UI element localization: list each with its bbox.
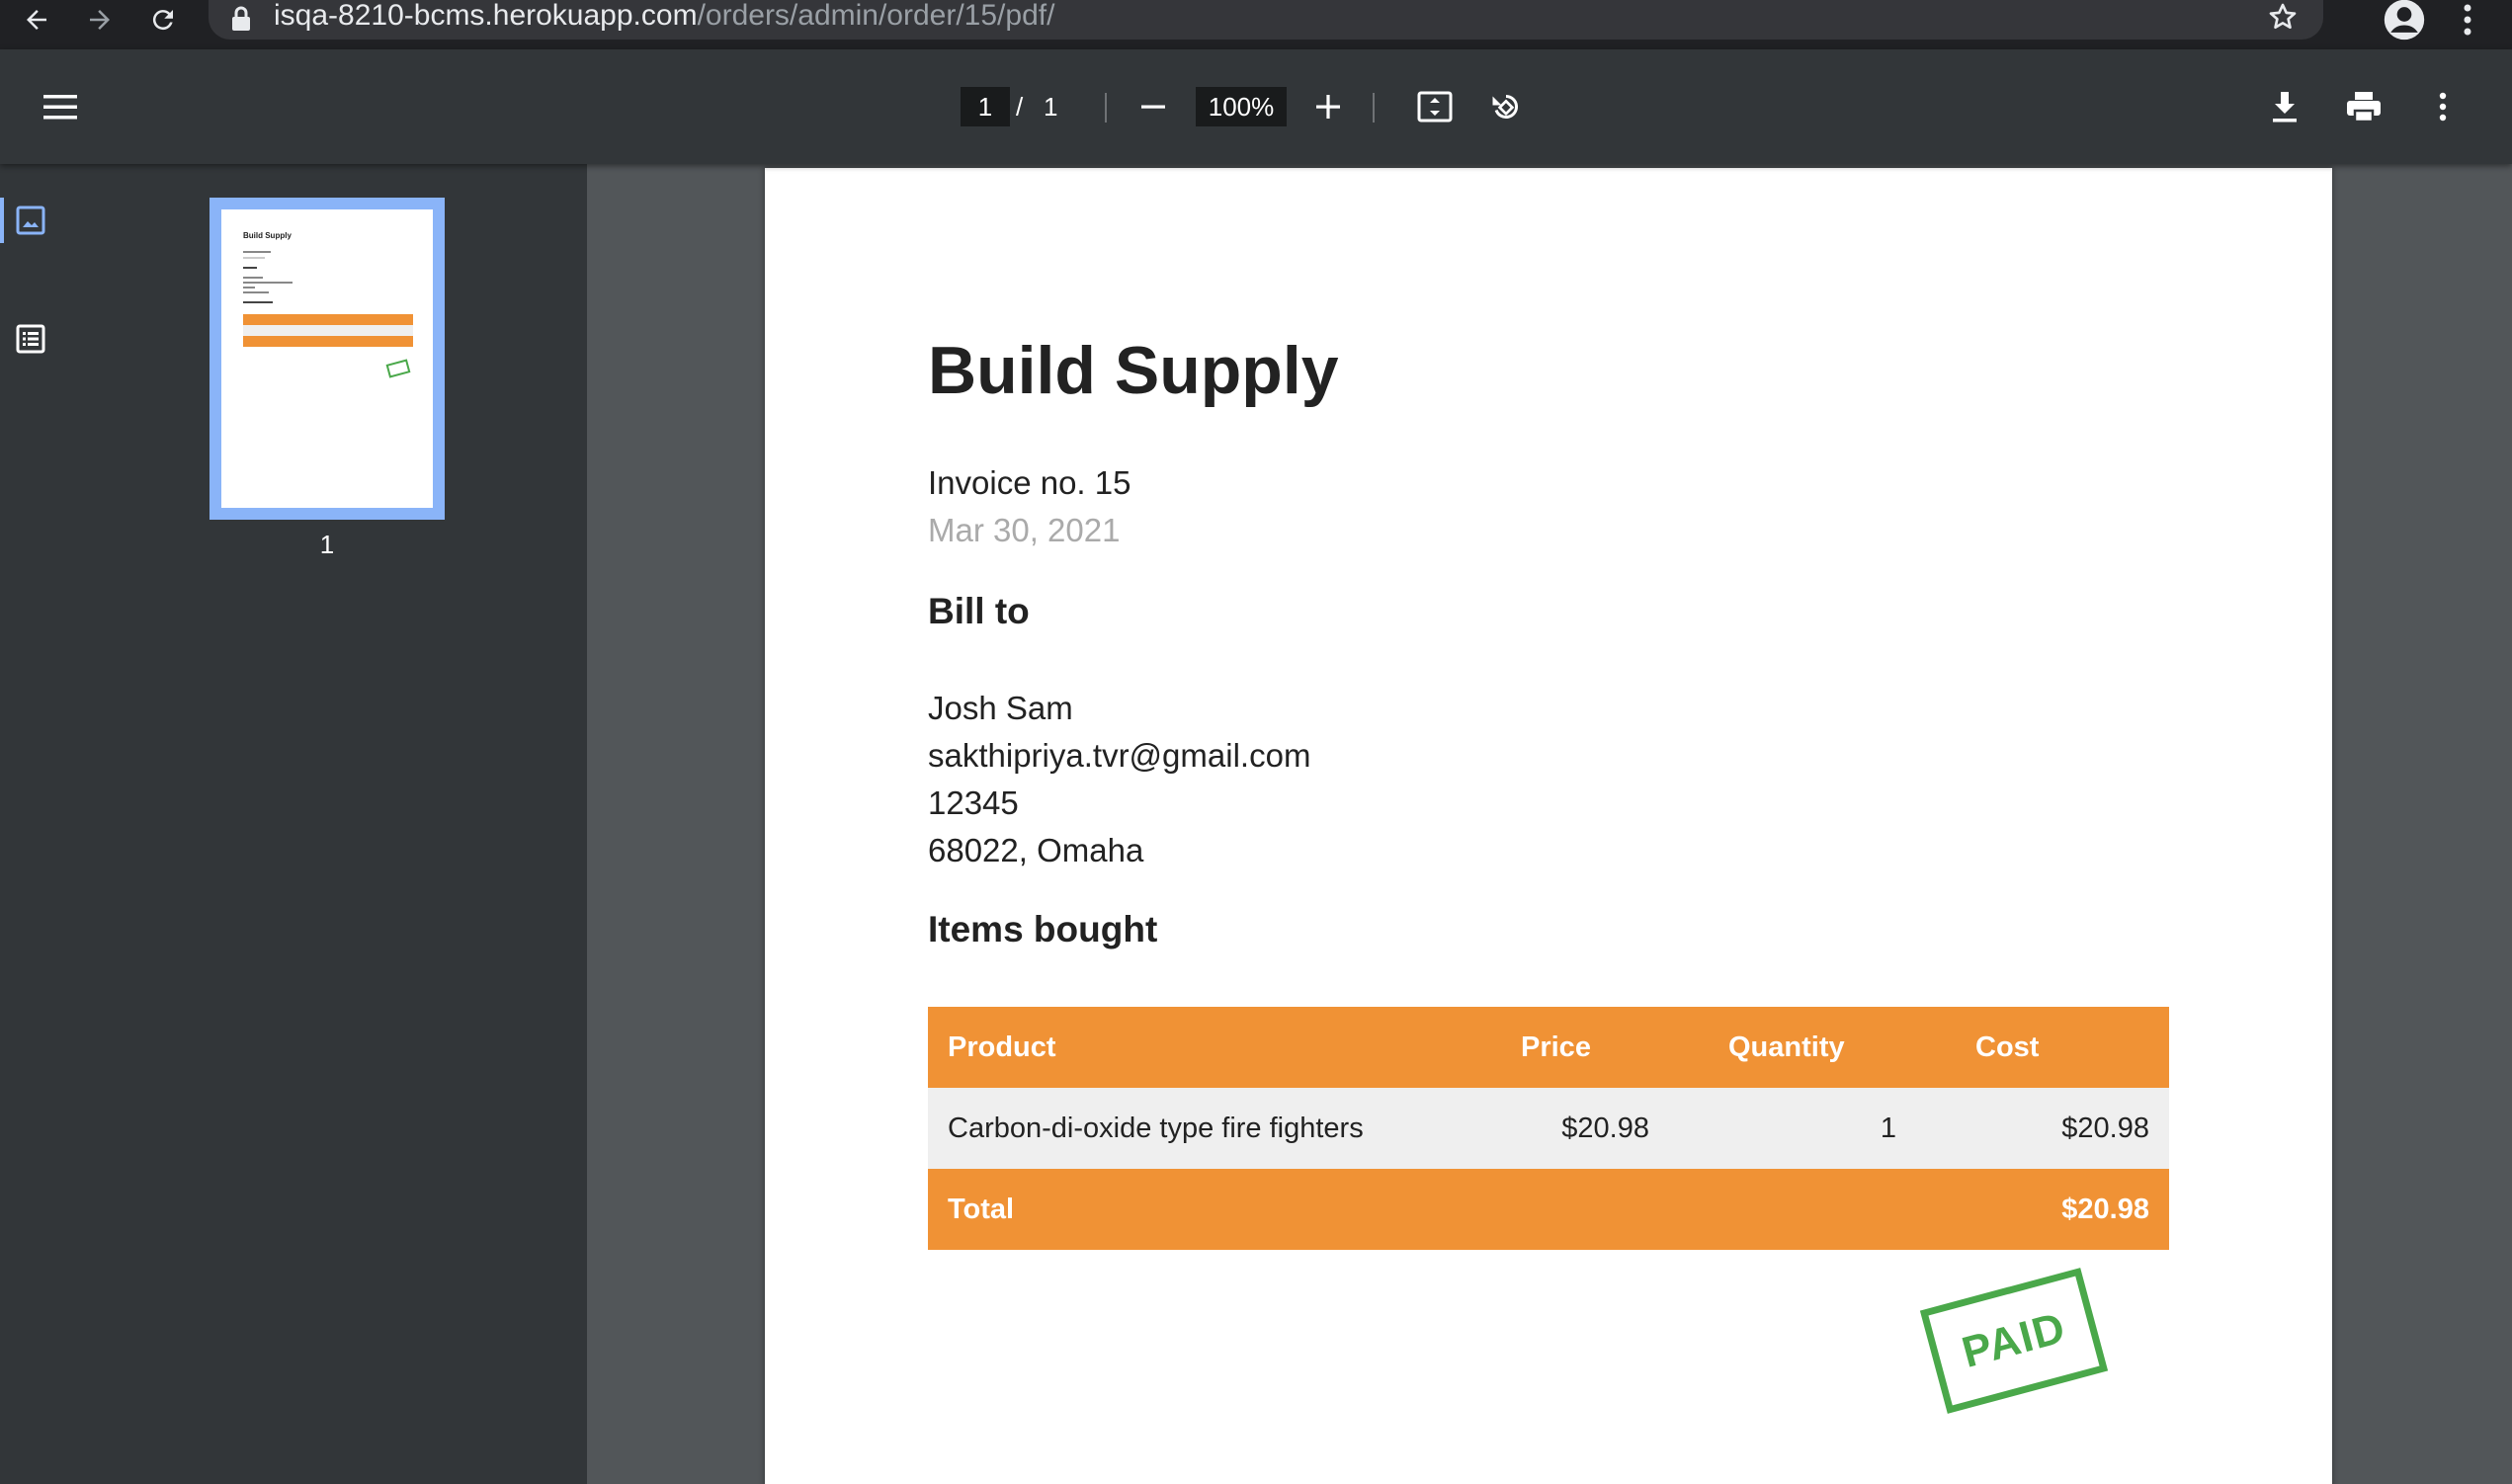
browser-menu-button[interactable] [2448, 0, 2487, 40]
customer-name: Josh Sam [928, 690, 1073, 726]
invoice-number: Invoice no. 15 [928, 464, 1131, 501]
outline-tab[interactable] [0, 294, 123, 383]
url-text: isqa-8210-bcms.herokuapp.com/orders/admi… [274, 0, 1054, 32]
total-value: $20.98 [2061, 1193, 2149, 1225]
thumbnail-line [243, 267, 257, 269]
thumbnail-table-header [243, 314, 413, 325]
customer-phone: 12345 [928, 784, 1019, 821]
pdf-page: Build Supply Invoice no. 15 Mar 30, 2021… [765, 168, 2332, 1484]
header-quantity: Quantity [1728, 1031, 1845, 1063]
page-thumbnail[interactable]: Build Supply [209, 198, 445, 520]
fit-to-page-icon [1417, 91, 1453, 123]
items-heading: Items bought [928, 909, 1158, 949]
arrow-left-icon [27, 10, 46, 30]
cell-price: $20.98 [1561, 1112, 1649, 1144]
toolbar-divider [1105, 93, 1107, 123]
download-icon [2273, 92, 2297, 123]
thumbnail-page-preview: Build Supply [221, 209, 433, 508]
paid-stamp: PAID [1919, 1268, 2109, 1414]
total-spacer [1422, 1169, 1669, 1250]
total-spacer [1669, 1169, 1916, 1250]
thumbnail-line [243, 257, 265, 259]
invoice-date: Mar 30, 2021 [928, 512, 1121, 548]
thumbnail-line [243, 301, 273, 303]
thumbnail-line [243, 251, 271, 253]
thumbnail-line [243, 277, 263, 279]
header-product: Product [948, 1031, 1056, 1063]
pdf-toolbar: 1 / 1 100% [0, 49, 2512, 164]
minus-icon [1141, 105, 1165, 109]
forward-button[interactable] [75, 0, 125, 40]
fit-to-page-button[interactable] [1411, 85, 1459, 128]
total-pages: 1 [1044, 92, 1058, 122]
list-icon [16, 324, 45, 354]
thumbnail-line [243, 291, 269, 293]
customer-address: 68022, Omaha [928, 832, 1144, 868]
table-total-row: Total $20.98 [928, 1169, 2169, 1250]
zoom-input[interactable]: 100% [1196, 87, 1287, 126]
arrow-right-icon [90, 10, 110, 30]
toolbar-divider [1373, 93, 1375, 123]
star-icon[interactable] [2267, 1, 2299, 38]
thumbnail-table-footer [243, 336, 413, 347]
header-cost: Cost [1975, 1031, 2040, 1063]
company-title: Build Supply [928, 333, 1339, 408]
reload-button[interactable] [138, 0, 188, 40]
page-number-input[interactable]: 1 [961, 87, 1010, 126]
document-viewport[interactable]: Build Supply Invoice no. 15 Mar 30, 2021… [587, 164, 2512, 1484]
customer-email: sakthipriya.tvr@gmail.com [928, 737, 1311, 774]
thumbnails-tab[interactable] [0, 176, 123, 265]
reload-icon [152, 10, 173, 31]
rotate-counterclockwise-icon [1492, 95, 1518, 119]
table-header-row: Product Price Quantity Cost [928, 1007, 2169, 1088]
back-button[interactable] [12, 0, 61, 40]
zoom-out-button[interactable] [1131, 87, 1175, 126]
plus-icon [1316, 95, 1340, 119]
thumbnail-line [243, 282, 293, 284]
zoom-in-button[interactable] [1306, 87, 1350, 126]
thumbnail-table-row [243, 325, 413, 336]
more-actions-button[interactable] [2419, 85, 2467, 128]
hamburger-menu-icon [43, 95, 77, 120]
thumbnail-sidebar: Build Supply 1 [0, 164, 587, 1484]
page-separator: / [1016, 92, 1024, 122]
vertical-dots-icon [2439, 92, 2447, 122]
browser-bar: isqa-8210-bcms.herokuapp.com/orders/admi… [0, 0, 2512, 49]
total-label: Total [948, 1193, 1015, 1225]
cell-quantity: 1 [1880, 1112, 1896, 1144]
profile-button[interactable] [2380, 0, 2429, 41]
bill-to-heading: Bill to [928, 591, 1030, 631]
cell-product: Carbon-di-oxide type fire fighters [948, 1112, 1364, 1144]
account-circle-icon [2384, 0, 2425, 41]
thumbnail-title: Build Supply [243, 231, 292, 240]
vertical-dots-icon [2464, 4, 2471, 36]
url-host: isqa-8210-bcms.herokuapp.com [274, 0, 698, 32]
lock-icon [230, 6, 252, 37]
address-bar[interactable]: isqa-8210-bcms.herokuapp.com/orders/admi… [209, 0, 2323, 40]
print-button[interactable] [2340, 85, 2387, 128]
url-path: /orders/admin/order/15/pdf/ [697, 0, 1055, 32]
image-icon [16, 206, 45, 235]
table-row: Carbon-di-oxide type fire fighters $20.9… [928, 1088, 2169, 1169]
thumbnail-page-number: 1 [319, 530, 335, 559]
thumbnail-paid-stamp [385, 359, 411, 378]
rotate-button[interactable] [1482, 85, 1530, 128]
items-table: Product Price Quantity Cost Carbon-di-ox… [928, 1007, 2169, 1250]
header-price: Price [1521, 1031, 1591, 1063]
cell-cost: $20.98 [2061, 1112, 2149, 1144]
thumbnail-line [243, 287, 255, 289]
sidebar-menu-button[interactable] [36, 87, 85, 126]
print-icon [2347, 92, 2381, 123]
download-button[interactable] [2261, 85, 2308, 128]
